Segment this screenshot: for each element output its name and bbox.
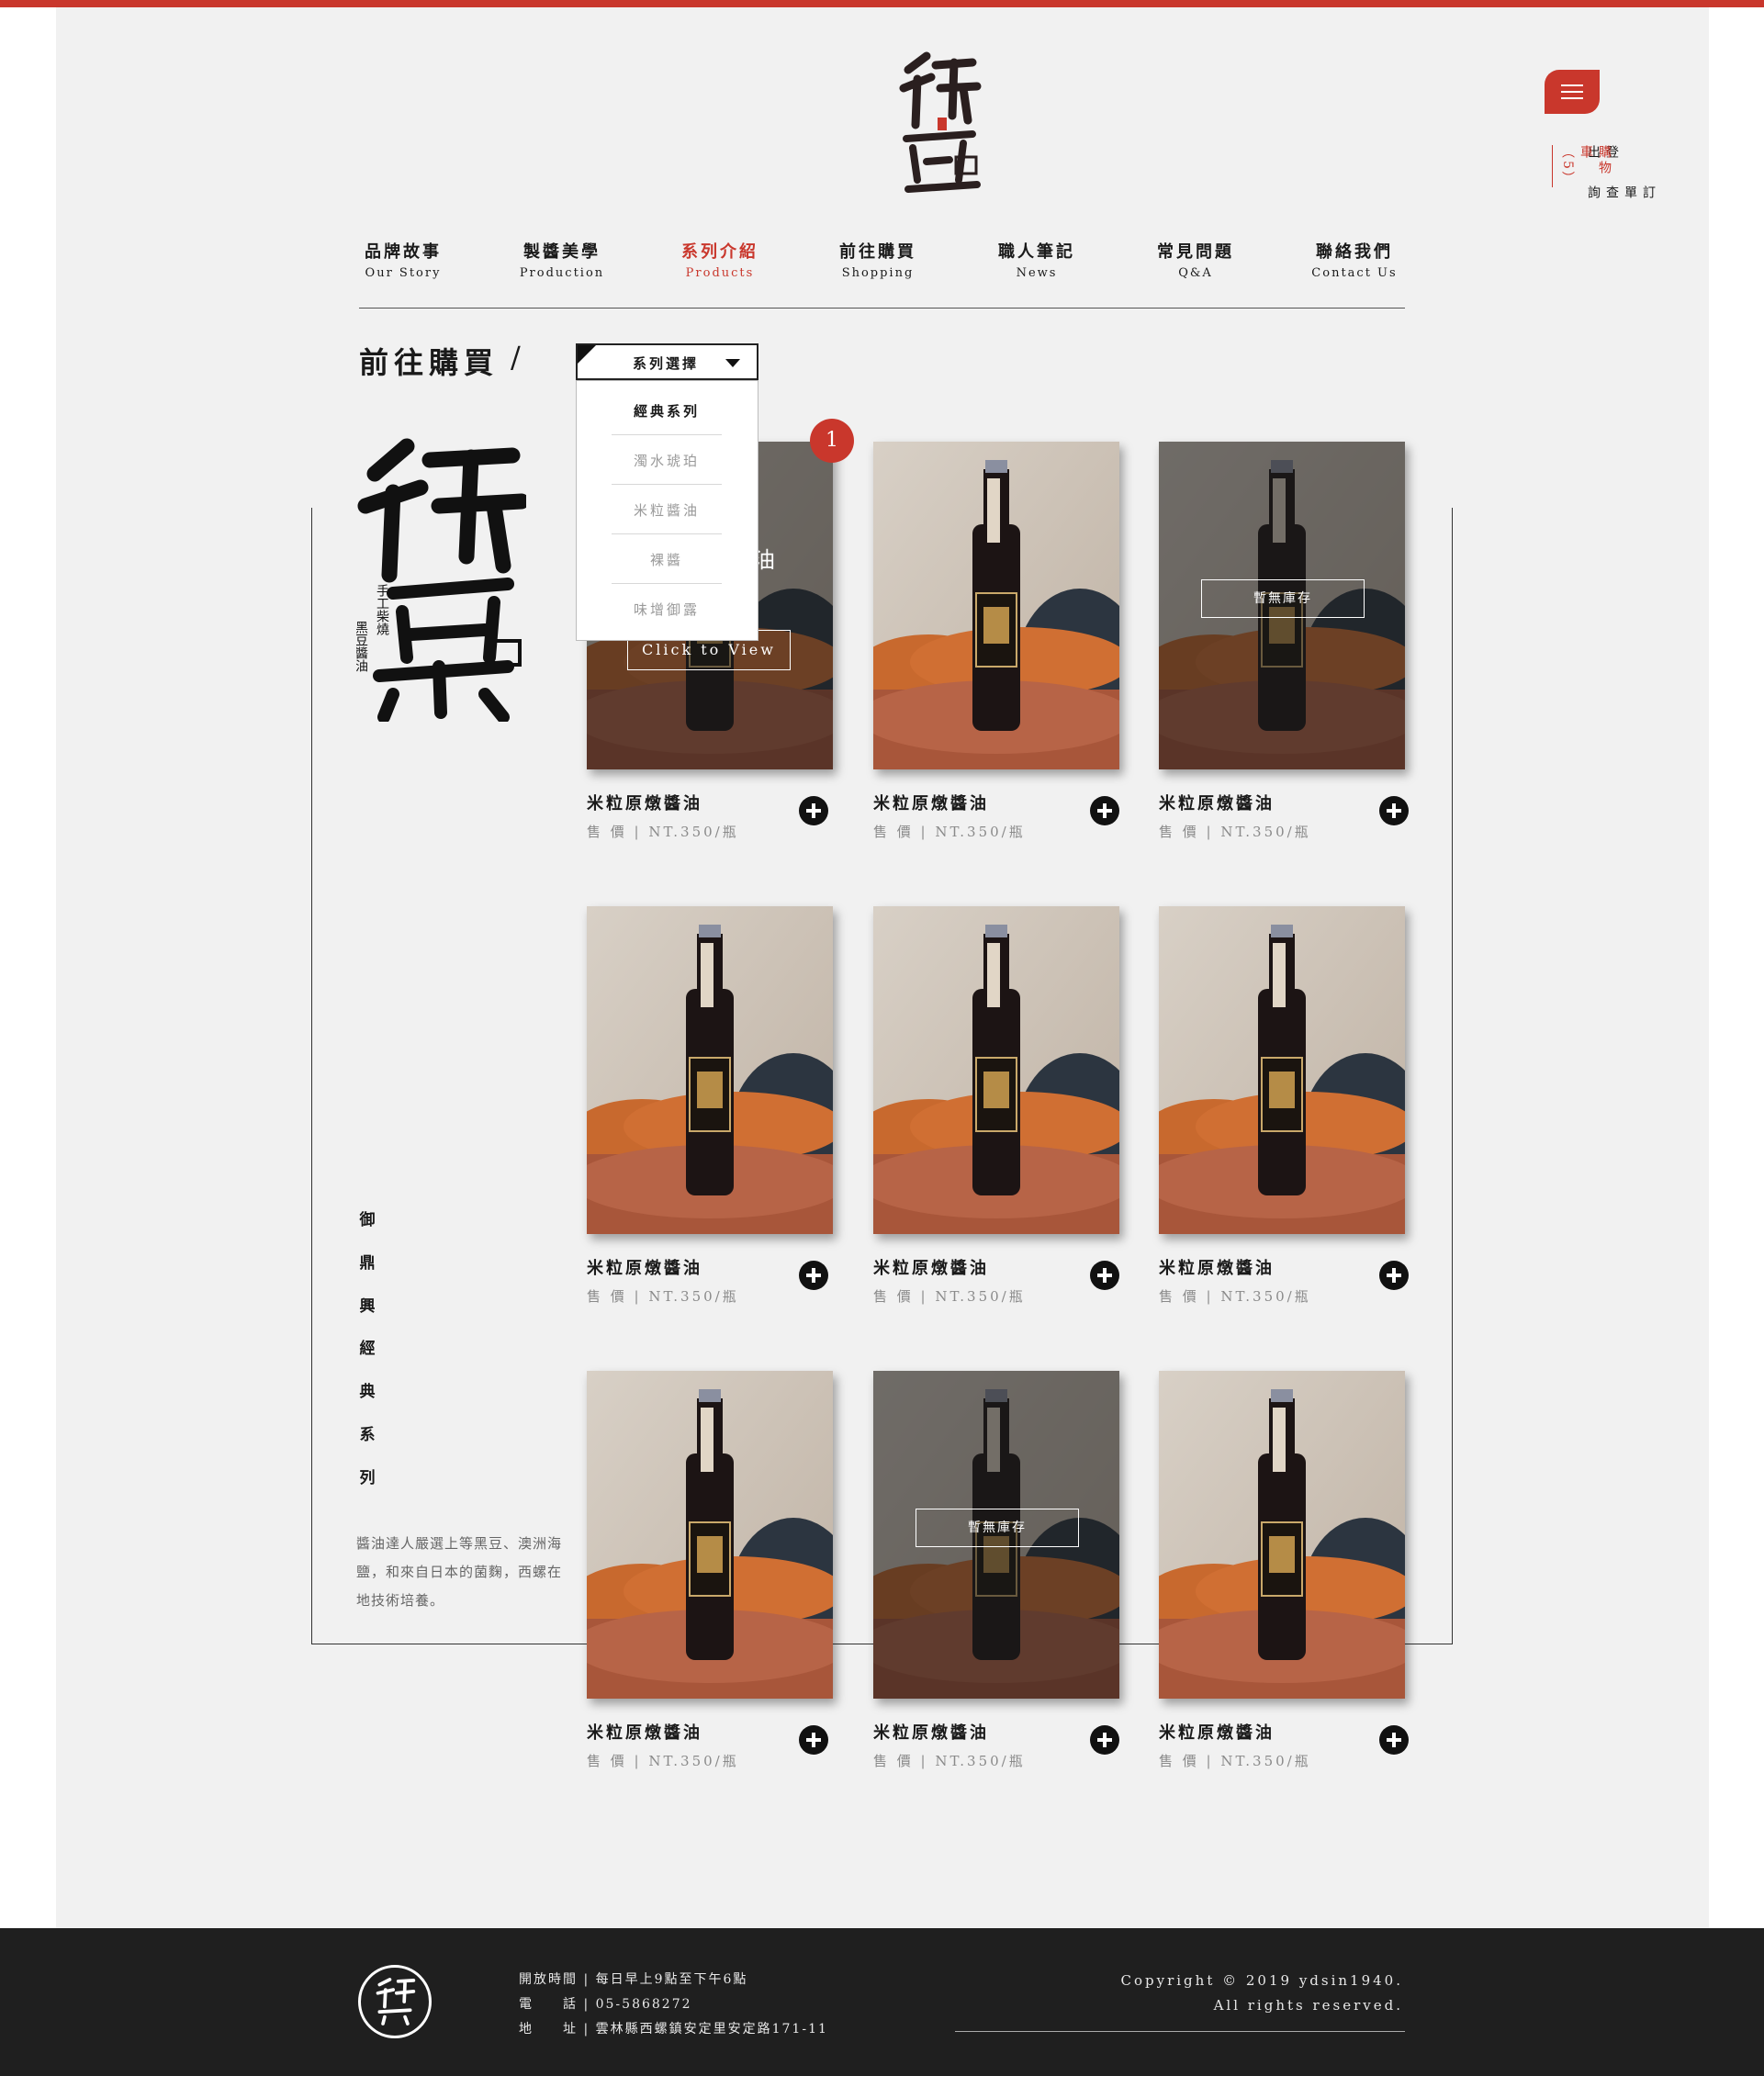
product-name[interactable]: 米粒原燉醬油 <box>873 1255 989 1279</box>
series-option[interactable]: 裸醬 <box>612 550 722 569</box>
footer-logo-icon[interactable] <box>358 1965 432 2038</box>
footer-address: 地 址 | 雲林縣西螺鎮安定里安定路171-11 <box>519 2022 828 2037</box>
add-to-cart-plus-icon[interactable] <box>1090 1725 1119 1755</box>
add-to-cart-plus-icon[interactable] <box>1379 1261 1409 1290</box>
product-name[interactable]: 米粒原燉醬油 <box>873 791 989 814</box>
product-name[interactable]: 米粒原燉醬油 <box>1159 791 1275 814</box>
out-of-stock-label: 暫無庫存 <box>916 1509 1079 1547</box>
series-dropdown-list: 經典系列 濁水琥珀 米粒醬油 裸醬 味增御露 <box>576 380 758 641</box>
nav-our-story[interactable]: 品牌故事 Our Story <box>348 239 458 280</box>
product-price: 售 價 | NT.350/瓶 <box>873 1288 1026 1305</box>
series-option[interactable]: 濁水琥珀 <box>612 451 722 470</box>
series-option[interactable]: 經典系列 <box>612 401 722 421</box>
menu-button[interactable] <box>1545 70 1600 114</box>
footer: 開放時間 | 每日早上9點至下午6點 電 話 | 05-5868272 地 址 … <box>0 1928 1764 2076</box>
series-select-label: 系列選擇 <box>633 355 700 372</box>
product-card[interactable]: 暫無庫存 <box>1159 442 1405 769</box>
page-title: 前往購買 <box>359 345 500 380</box>
series-vertical-title: 御 鼎 興 經 典 系 列 <box>359 1211 376 1487</box>
add-to-cart-plus-icon[interactable] <box>1090 1261 1119 1290</box>
add-to-cart-plus-icon[interactable] <box>799 1261 828 1290</box>
series-description: 醬油達人嚴選上等黑豆、澳洲海鹽，和來自日本的菌麴，西螺在地技術培養。 <box>356 1535 563 1609</box>
nav-qa[interactable]: 常見問題 Q&A <box>1140 239 1251 280</box>
footer-phone: 電 話 | 05-5868272 <box>519 1997 692 2012</box>
product-price: 售 價 | NT.350/瓶 <box>1159 1753 1311 1769</box>
product-name[interactable]: 米粒原燉醬油 <box>1159 1720 1275 1744</box>
breadcrumb-separator: / <box>511 340 521 375</box>
brand-logo-icon[interactable] <box>899 51 982 203</box>
series-select[interactable]: 系列選擇 <box>576 343 758 380</box>
product-price: 售 價 | NT.350/瓶 <box>873 1753 1026 1769</box>
product-price: 售 價 | NT.350/瓶 <box>587 1288 739 1305</box>
cart-count-badge: 1 <box>810 419 854 463</box>
product-name[interactable]: 米粒原燉醬油 <box>587 1255 702 1279</box>
order-query-link[interactable]: 訂單查詢 <box>1584 185 1657 201</box>
nav-production[interactable]: 製醬美學 Production <box>507 239 617 280</box>
product-card[interactable] <box>587 906 833 1234</box>
product-price: 售 價 | NT.350/瓶 <box>587 824 739 840</box>
footer-divider <box>955 2031 1405 2032</box>
product-price: 售 價 | NT.350/瓶 <box>873 824 1026 840</box>
product-price: 售 價 | NT.350/瓶 <box>587 1753 739 1769</box>
cart-link[interactable]: 購物車（5） <box>1552 145 1613 187</box>
nav-products[interactable]: 系列介紹 Products <box>665 239 775 280</box>
nav-contact-us[interactable]: 聯絡我們 Contact Us <box>1299 239 1410 280</box>
caret-down-icon <box>725 359 740 367</box>
copyright-line-2: All rights reserved. <box>1213 1997 1403 2014</box>
footer-hours: 開放時間 | 每日早上9點至下午6點 <box>519 1972 748 1987</box>
out-of-stock-label: 暫無庫存 <box>1201 579 1365 618</box>
add-to-cart-plus-icon[interactable] <box>799 1725 828 1755</box>
product-card[interactable] <box>587 1371 833 1699</box>
product-name[interactable]: 米粒原燉醬油 <box>873 1720 989 1744</box>
product-name[interactable]: 米粒原燉醬油 <box>587 791 702 814</box>
product-price: 售 價 | NT.350/瓶 <box>1159 824 1311 840</box>
product-card[interactable] <box>873 442 1119 769</box>
top-accent-bar <box>0 0 1764 7</box>
add-to-cart-plus-icon[interactable] <box>1379 1725 1409 1755</box>
product-card[interactable] <box>1159 906 1405 1234</box>
corner-triangle-icon <box>578 345 596 364</box>
nav-shopping[interactable]: 前往購買 Shopping <box>823 239 933 280</box>
series-option[interactable]: 米粒醬油 <box>612 500 722 520</box>
product-card[interactable] <box>873 906 1119 1234</box>
add-to-cart-plus-icon[interactable] <box>1090 796 1119 825</box>
product-name[interactable]: 米粒原燉醬油 <box>1159 1255 1275 1279</box>
product-price: 售 價 | NT.350/瓶 <box>1159 1288 1311 1305</box>
product-card[interactable] <box>1159 1371 1405 1699</box>
nav-divider <box>359 308 1405 309</box>
add-to-cart-plus-icon[interactable] <box>1379 796 1409 825</box>
series-option[interactable]: 味增御露 <box>612 600 722 619</box>
product-card[interactable]: 暫無庫存 <box>873 1371 1119 1699</box>
product-name[interactable]: 米粒原燉醬油 <box>587 1720 702 1744</box>
add-to-cart-plus-icon[interactable] <box>799 796 828 825</box>
nav-news[interactable]: 職人筆記 News <box>982 239 1092 280</box>
copyright-line-1: Copyright © 2019 ydsin1940. <box>1120 1972 1403 1989</box>
